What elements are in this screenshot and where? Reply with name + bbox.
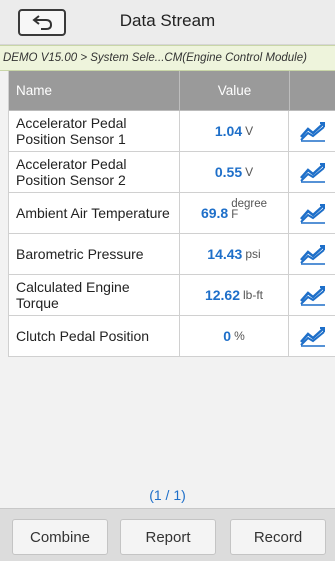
column-header-value: Value	[180, 71, 290, 110]
row-value-cell: 69.8 degree F	[180, 193, 289, 233]
row-value: 1.04	[214, 123, 243, 139]
row-value: 0	[223, 328, 232, 344]
row-unit: %	[234, 329, 245, 343]
trend-graph-icon	[299, 286, 325, 306]
trend-graph-icon	[299, 327, 325, 347]
row-value-cell: 12.62 lb-ft	[180, 275, 289, 315]
row-value: 12.62	[204, 287, 241, 303]
data-stream-table: Name Value Accelerator Pedal Position Se…	[8, 71, 335, 357]
table-row[interactable]: Accelerator Pedal Position Sensor 2 0.55…	[9, 152, 335, 193]
record-button[interactable]: Record	[230, 519, 326, 555]
row-unit: V	[245, 124, 254, 138]
page-indicator: (1 / 1)	[149, 487, 186, 503]
trend-graph-icon	[299, 122, 325, 142]
row-value-cell: 1.04 V	[180, 111, 289, 151]
row-name: Clutch Pedal Position	[9, 316, 180, 356]
breadcrumb: DEMO V15.00 > System Sele...CM(Engine Co…	[0, 45, 335, 71]
table-row[interactable]: Ambient Air Temperature 69.8 degree F	[9, 193, 335, 234]
row-name: Barometric Pressure	[9, 234, 180, 274]
row-unit-bottom: F	[231, 209, 239, 221]
row-value-cell: 14.43 psi	[180, 234, 289, 274]
table-header: Name Value	[9, 71, 335, 111]
graph-button[interactable]	[289, 234, 335, 274]
row-value-cell: 0.55 V	[180, 152, 289, 192]
row-value: 69.8	[200, 205, 229, 221]
row-value: 14.43	[207, 246, 243, 262]
title-bar: Data Stream	[0, 0, 335, 45]
row-unit: V	[245, 165, 254, 179]
table-row[interactable]: Calculated Engine Torque 12.62 lb-ft	[9, 275, 335, 316]
graph-button[interactable]	[289, 316, 335, 356]
trend-graph-icon	[299, 204, 325, 224]
combine-button[interactable]: Combine	[12, 519, 108, 555]
page-title: Data Stream	[119, 11, 216, 30]
report-button[interactable]: Report	[120, 519, 216, 555]
bottom-toolbar: Combine Report Record	[0, 508, 335, 561]
table-row[interactable]: Accelerator Pedal Position Sensor 1 1.04…	[9, 111, 335, 152]
column-header-name: Name	[9, 71, 180, 110]
graph-button[interactable]	[289, 152, 335, 192]
row-name: Accelerator Pedal Position Sensor 2	[9, 152, 180, 192]
graph-button[interactable]	[289, 275, 335, 315]
trend-graph-icon	[299, 163, 325, 183]
row-unit: psi	[245, 247, 261, 261]
row-value-cell: 0 %	[180, 316, 289, 356]
row-unit: degree F	[231, 198, 267, 221]
table-row[interactable]: Barometric Pressure 14.43 psi	[9, 234, 335, 275]
row-name: Ambient Air Temperature	[9, 193, 180, 233]
row-value: 0.55	[214, 164, 243, 180]
trend-graph-icon	[299, 245, 325, 265]
row-unit: lb-ft	[243, 288, 264, 302]
row-name: Calculated Engine Torque	[9, 275, 180, 315]
table-row[interactable]: Clutch Pedal Position 0 %	[9, 316, 335, 357]
row-name: Accelerator Pedal Position Sensor 1	[9, 111, 180, 151]
graph-button[interactable]	[289, 111, 335, 151]
graph-button[interactable]	[289, 193, 335, 233]
